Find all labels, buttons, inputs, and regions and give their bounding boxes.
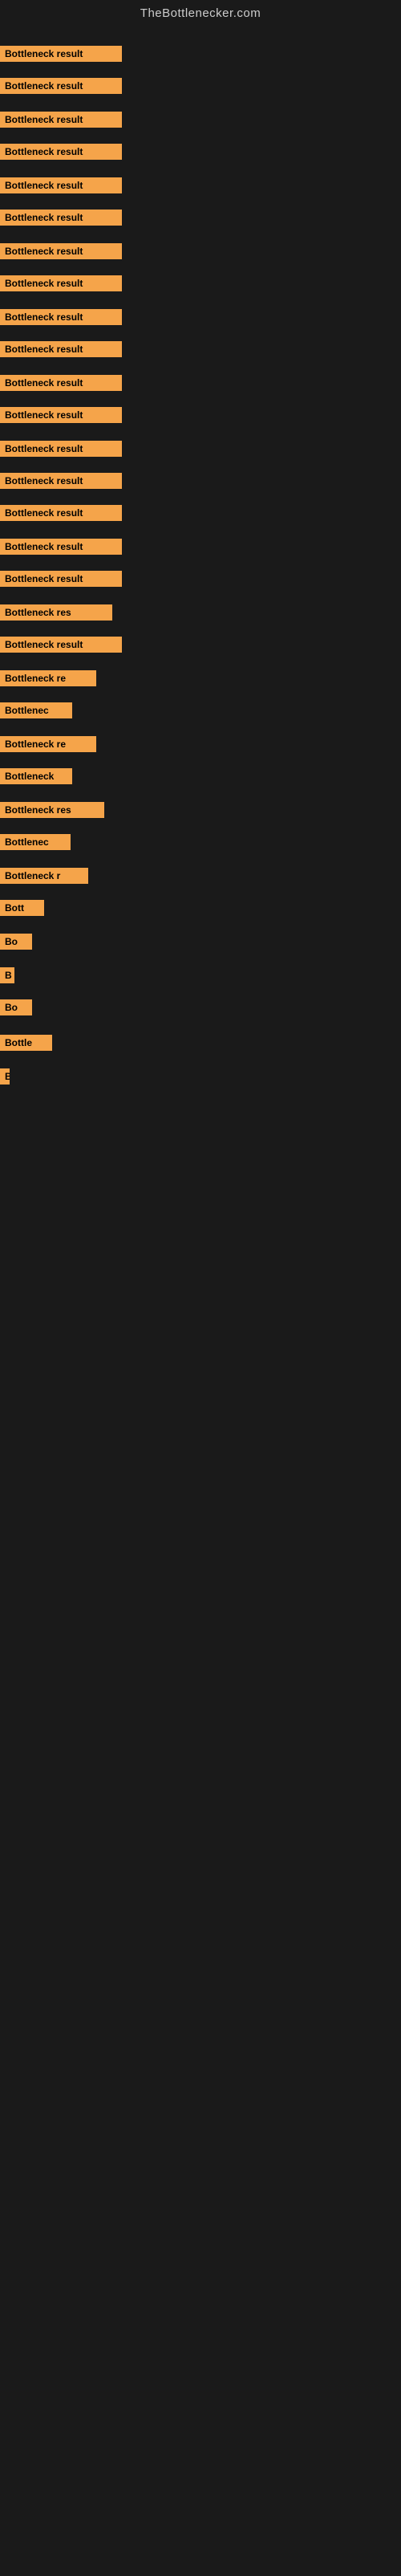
result-item: Bottleneck result bbox=[0, 571, 122, 591]
bottleneck-result-badge[interactable]: Bottleneck res bbox=[0, 604, 112, 621]
bottleneck-result-badge[interactable]: Bo bbox=[0, 999, 32, 1015]
result-item: Bottleneck result bbox=[0, 275, 122, 295]
result-item: Bo bbox=[0, 999, 32, 1019]
result-item: Bottleneck result bbox=[0, 243, 122, 263]
bottleneck-result-badge[interactable]: Bottleneck result bbox=[0, 46, 122, 62]
bottleneck-result-badge[interactable]: Bottleneck res bbox=[0, 802, 104, 818]
bottleneck-result-badge[interactable]: Bo bbox=[0, 934, 32, 950]
bottleneck-result-badge[interactable]: Bottleneck result bbox=[0, 275, 122, 291]
bottleneck-result-badge[interactable]: Bottleneck result bbox=[0, 441, 122, 457]
result-item: Bottleneck result bbox=[0, 473, 122, 493]
result-item: Bottleneck res bbox=[0, 604, 112, 625]
bottleneck-result-badge[interactable]: Bottleneck re bbox=[0, 670, 96, 686]
result-item: Bottleneck result bbox=[0, 177, 122, 197]
bottleneck-result-badge[interactable]: Bottleneck re bbox=[0, 736, 96, 752]
result-item: Bottleneck re bbox=[0, 670, 96, 690]
bottleneck-result-badge[interactable]: Bottleneck result bbox=[0, 571, 122, 587]
result-item: Bo bbox=[0, 934, 32, 954]
bottleneck-result-badge[interactable]: Bottleneck result bbox=[0, 210, 122, 226]
result-item: Bottleneck result bbox=[0, 46, 122, 66]
bottleneck-result-badge[interactable]: Bottleneck result bbox=[0, 341, 122, 357]
result-item: Bottleneck result bbox=[0, 144, 122, 164]
bottleneck-result-badge[interactable]: Bottleneck r bbox=[0, 868, 88, 884]
result-item: Bottlenec bbox=[0, 702, 72, 722]
result-item: Bottleneck result bbox=[0, 78, 122, 98]
bottleneck-result-badge[interactable]: Bottleneck result bbox=[0, 177, 122, 193]
bottleneck-result-badge[interactable]: B bbox=[0, 967, 14, 983]
result-item: B bbox=[0, 1068, 10, 1089]
bottleneck-result-badge[interactable]: Bottleneck result bbox=[0, 144, 122, 160]
result-item: Bottleneck result bbox=[0, 341, 122, 361]
bottleneck-result-badge[interactable]: Bott bbox=[0, 900, 44, 916]
bottleneck-result-badge[interactable]: Bottleneck result bbox=[0, 505, 122, 521]
bottleneck-result-badge[interactable]: Bottleneck result bbox=[0, 309, 122, 325]
bottleneck-result-badge[interactable]: Bottleneck result bbox=[0, 539, 122, 555]
result-item: Bottleneck bbox=[0, 768, 72, 788]
result-item: B bbox=[0, 967, 14, 987]
result-item: Bottle bbox=[0, 1035, 52, 1055]
result-item: Bottleneck r bbox=[0, 868, 88, 888]
result-item: Bottleneck res bbox=[0, 802, 104, 822]
result-item: Bottleneck result bbox=[0, 505, 122, 525]
bottleneck-result-badge[interactable]: Bottlenec bbox=[0, 702, 72, 718]
result-item: Bottleneck result bbox=[0, 375, 122, 395]
result-item: Bottleneck result bbox=[0, 539, 122, 559]
result-item: Bottleneck result bbox=[0, 637, 122, 657]
result-item: Bottleneck re bbox=[0, 736, 96, 756]
bottleneck-result-badge[interactable]: Bottleneck result bbox=[0, 473, 122, 489]
bottleneck-result-badge[interactable]: Bottleneck result bbox=[0, 112, 122, 128]
site-title: TheBottlenecker.com bbox=[0, 0, 401, 23]
bottleneck-result-badge[interactable]: Bottleneck result bbox=[0, 407, 122, 423]
result-item: Bottleneck result bbox=[0, 210, 122, 230]
result-item: Bottleneck result bbox=[0, 112, 122, 132]
result-item: Bott bbox=[0, 900, 44, 920]
bottleneck-result-badge[interactable]: Bottlenec bbox=[0, 834, 71, 850]
bottleneck-result-badge[interactable]: Bottleneck result bbox=[0, 637, 122, 653]
bottleneck-result-badge[interactable]: Bottleneck bbox=[0, 768, 72, 784]
result-item: Bottleneck result bbox=[0, 441, 122, 461]
bottleneck-result-badge[interactable]: Bottleneck result bbox=[0, 78, 122, 94]
result-item: Bottleneck result bbox=[0, 407, 122, 427]
bottleneck-result-badge[interactable]: B bbox=[0, 1068, 10, 1085]
result-item: Bottlenec bbox=[0, 834, 71, 854]
bottleneck-result-badge[interactable]: Bottleneck result bbox=[0, 375, 122, 391]
result-item: Bottleneck result bbox=[0, 309, 122, 329]
bottleneck-result-badge[interactable]: Bottleneck result bbox=[0, 243, 122, 259]
bottleneck-result-badge[interactable]: Bottle bbox=[0, 1035, 52, 1051]
